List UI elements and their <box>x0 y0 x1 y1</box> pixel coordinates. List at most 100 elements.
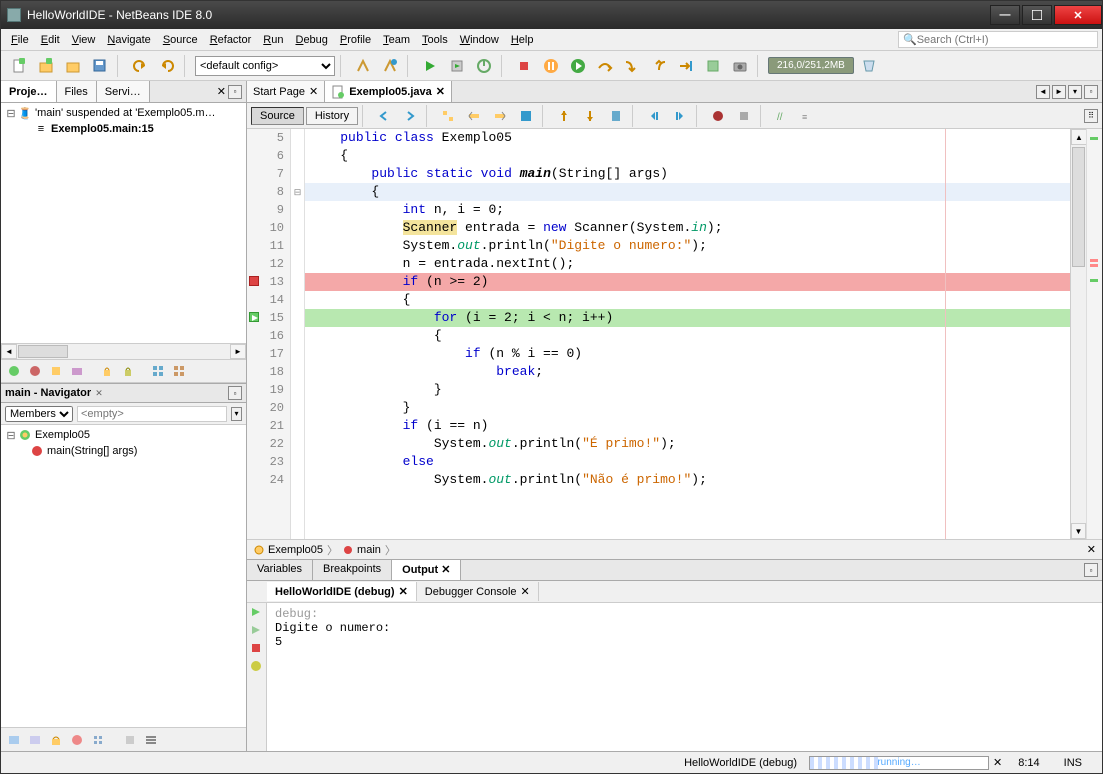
cancel-task-icon[interactable]: ✕ <box>989 756 1006 769</box>
thread-node[interactable]: 'main' suspended at 'Exemplo05.m… <box>35 107 216 119</box>
nav-btn1[interactable] <box>5 731 23 749</box>
profile-button[interactable] <box>472 54 496 78</box>
step-over-button[interactable] <box>593 54 617 78</box>
tab-breakpoints[interactable]: Breakpoints <box>313 560 392 580</box>
clean-build-button[interactable] <box>378 54 402 78</box>
tab-projects[interactable]: Proje… <box>1 81 57 102</box>
menu-tools[interactable]: Tools <box>416 32 454 48</box>
suspend-icon[interactable] <box>26 362 44 380</box>
close-icon[interactable]: ✕ <box>521 585 530 598</box>
minimize-pane-icon[interactable]: ▫ <box>1084 563 1098 577</box>
navigator-view-select[interactable]: Members <box>5 406 73 422</box>
lock2-icon[interactable] <box>119 362 137 380</box>
nav-btn7[interactable] <box>142 731 160 749</box>
toggle-highlight-button[interactable] <box>514 104 538 128</box>
tab-exemplo05[interactable]: Exemplo05.java✕ <box>325 81 452 102</box>
macro-stop-button[interactable] <box>732 104 756 128</box>
back-button[interactable] <box>372 104 396 128</box>
code-line-13[interactable]: if (n >= 2) <box>305 273 1070 291</box>
continue-button[interactable] <box>566 54 590 78</box>
debug-tree[interactable]: ⊟🧵'main' suspended at 'Exemplo05.m… ≡Exe… <box>1 103 246 343</box>
nav-btn6[interactable] <box>121 731 139 749</box>
shift-left-button[interactable] <box>642 104 666 128</box>
uncomment-button[interactable]: ≡ <box>796 104 820 128</box>
close-button[interactable]: ✕ <box>1054 5 1102 25</box>
menu-refactor[interactable]: Refactor <box>204 32 258 48</box>
threads-icon[interactable] <box>47 362 65 380</box>
snapshot-button[interactable] <box>728 54 752 78</box>
menu-profile[interactable]: Profile <box>334 32 377 48</box>
breadcrumb-method[interactable]: main <box>342 544 381 556</box>
run-to-cursor-button[interactable] <box>674 54 698 78</box>
maximize-button[interactable] <box>1022 5 1052 25</box>
code-line-14[interactable]: { <box>305 291 1070 309</box>
code-line-17[interactable]: if (n % i == 0) <box>305 345 1070 363</box>
open-button[interactable] <box>61 54 85 78</box>
find-next-button[interactable] <box>488 104 512 128</box>
output-console[interactable]: debug: Digite o numero: 5 <box>267 603 1102 751</box>
code-line-11[interactable]: System.out.println("Digite o numero:"); <box>305 237 1070 255</box>
breadcrumb-class[interactable]: Exemplo05 <box>253 544 323 556</box>
step-into-button[interactable] <box>620 54 644 78</box>
editor-options-icon[interactable]: ⠿ <box>1084 109 1098 123</box>
code-line-5[interactable]: public class Exemplo05 <box>305 129 1070 147</box>
code-line-24[interactable]: System.out.println("Não é primo!"); <box>305 471 1070 489</box>
h-scrollbar[interactable]: ◄► <box>1 343 246 359</box>
menu-file[interactable]: File <box>5 32 35 48</box>
output-tab-debug[interactable]: HelloWorldIDE (debug)✕ <box>267 582 417 601</box>
progress-bar[interactable]: running… <box>809 756 989 770</box>
code-line-23[interactable]: else <box>305 453 1070 471</box>
menu-edit[interactable]: Edit <box>35 32 66 48</box>
rerun2-icon[interactable] <box>249 623 265 639</box>
macro-record-button[interactable] <box>706 104 730 128</box>
close-icon[interactable]: ✕ <box>399 585 408 598</box>
nav-btn2[interactable] <box>26 731 44 749</box>
tab-start-page[interactable]: Start Page✕ <box>247 81 325 102</box>
menu-team[interactable]: Team <box>377 32 416 48</box>
prev-tab-icon[interactable]: ◄ <box>1036 85 1050 99</box>
debug-button[interactable] <box>445 54 469 78</box>
step-out-button[interactable] <box>647 54 671 78</box>
views2-icon[interactable] <box>170 362 188 380</box>
undo-button[interactable] <box>128 54 152 78</box>
new-file-button[interactable] <box>7 54 31 78</box>
close-icon[interactable]: ✕ <box>436 85 445 98</box>
stack-frame[interactable]: Exemplo05.main:15 <box>51 123 154 135</box>
code-line-12[interactable]: n = entrada.nextInt(); <box>305 255 1070 273</box>
tab-list-icon[interactable]: ▾ <box>1068 85 1082 99</box>
rerun-icon[interactable] <box>249 605 265 621</box>
code-line-20[interactable]: } <box>305 399 1070 417</box>
source-view-button[interactable]: Source <box>251 107 304 125</box>
tab-services[interactable]: Servi… <box>97 81 150 102</box>
next-tab-icon[interactable]: ► <box>1052 85 1066 99</box>
tab-output[interactable]: Output ✕ <box>392 560 461 580</box>
menu-debug[interactable]: Debug <box>289 32 333 48</box>
minimize-button[interactable]: — <box>990 5 1020 25</box>
close-icon[interactable]: ✕ <box>217 85 226 98</box>
code-line-10[interactable]: Scanner entrada = new Scanner(System.in)… <box>305 219 1070 237</box>
code-line-6[interactable]: { <box>305 147 1070 165</box>
maximize-editor-icon[interactable]: ▫ <box>1084 85 1098 99</box>
navigator-tree[interactable]: ⊟Exemplo05 main(String[] args) <box>1 425 246 727</box>
tab-variables[interactable]: Variables <box>247 560 313 580</box>
apply-changes-button[interactable] <box>701 54 725 78</box>
next-bookmark-button[interactable] <box>578 104 602 128</box>
memory-indicator[interactable]: 216,0/251,2MB <box>768 57 854 74</box>
nav-btn4[interactable] <box>68 731 86 749</box>
code-line-7[interactable]: public static void main(String[] args) <box>305 165 1070 183</box>
code-line-16[interactable]: { <box>305 327 1070 345</box>
run-button[interactable] <box>418 54 442 78</box>
code-line-15[interactable]: for (i = 2; i < n; i++) <box>305 309 1070 327</box>
prev-bookmark-button[interactable] <box>552 104 576 128</box>
find-sel-button[interactable] <box>436 104 460 128</box>
code-line-19[interactable]: } <box>305 381 1070 399</box>
search-input[interactable] <box>917 34 1093 46</box>
menu-help[interactable]: Help <box>505 32 540 48</box>
minimize-pane-icon[interactable]: ▫ <box>228 85 242 99</box>
finish-debug-button[interactable] <box>512 54 536 78</box>
navigator-filter-input[interactable] <box>77 406 227 422</box>
history-view-button[interactable]: History <box>306 107 358 125</box>
menu-run[interactable]: Run <box>257 32 289 48</box>
config-selector[interactable]: <default config> <box>195 56 335 76</box>
nav-btn5[interactable] <box>89 731 107 749</box>
